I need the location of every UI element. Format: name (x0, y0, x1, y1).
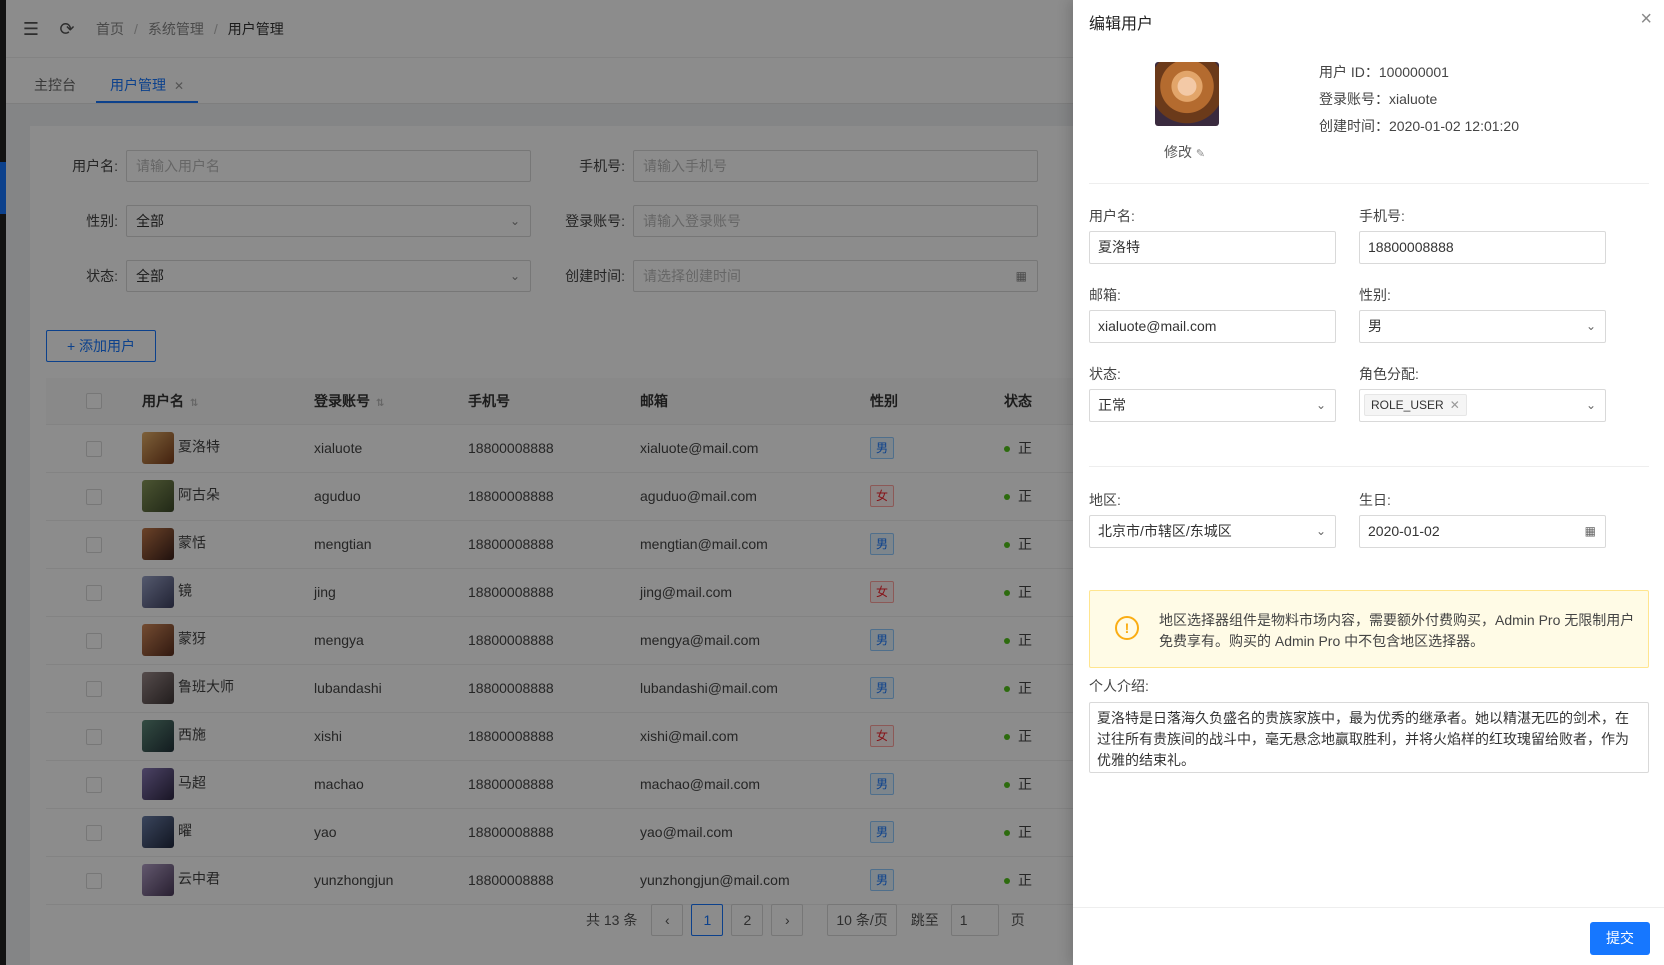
close-icon[interactable]: × (1640, 8, 1652, 31)
chevron-down-icon: ⌄ (1585, 319, 1596, 333)
role-label: 角色分配: (1359, 366, 1419, 382)
user-id-text: 用户 ID：100000001 (1319, 64, 1449, 80)
role-select[interactable]: ROLE_USER ✕ ⌄ (1359, 389, 1606, 422)
email-input[interactable]: xialuote@mail.com (1089, 310, 1336, 343)
select-value: 男 (1368, 318, 1382, 334)
status-label: 状态: (1089, 366, 1121, 382)
region-label: 地区: (1089, 492, 1121, 508)
drawer-footer: 提交 (1073, 907, 1664, 965)
region-warning-alert: ! 地区选择器组件是物料市场内容，需要额外付费购买，Admin Pro 无限制用… (1089, 590, 1649, 668)
divider (1089, 466, 1649, 467)
birthday-picker[interactable]: 2020-01-02 ▦ (1359, 515, 1606, 548)
submit-button[interactable]: 提交 (1590, 922, 1650, 955)
login-account-text: 登录账号：xialuote (1319, 91, 1438, 107)
username-label: 用户名: (1089, 208, 1135, 224)
gender-label: 性别: (1359, 287, 1391, 303)
bio-label: 个人介绍: (1089, 678, 1149, 694)
region-select[interactable]: 北京市/市辖区/东城区 ⌄ (1089, 515, 1336, 548)
bio-textarea[interactable]: 夏洛特是日落海久负盛名的贵族家族中，最为优秀的继承者。她以精湛无匹的剑术，在过往… (1089, 702, 1649, 773)
role-chip: ROLE_USER ✕ (1364, 394, 1467, 416)
select-value: 北京市/市辖区/东城区 (1098, 523, 1232, 539)
email-label: 邮箱: (1089, 287, 1121, 303)
divider (1089, 183, 1649, 184)
edit-avatar-link[interactable]: 修改 ✎ (1164, 142, 1205, 162)
exclamation-icon: ! (1115, 616, 1139, 640)
drawer-title: 编辑用户 (1089, 16, 1154, 33)
edit-user-drawer: 编辑用户 × 修改 ✎ 用户 ID：100000001 登录账号：xialuot… (1073, 0, 1664, 965)
gender-select[interactable]: 男 ⌄ (1359, 310, 1606, 343)
status-select[interactable]: 正常 ⌄ (1089, 389, 1336, 422)
edit-avatar-label: 修改 (1164, 144, 1192, 160)
username-input[interactable]: 夏洛特 (1089, 231, 1336, 264)
edit-icon: ✎ (1195, 148, 1206, 160)
phone-label: 手机号: (1359, 208, 1405, 224)
role-chip-label: ROLE_USER (1371, 398, 1444, 412)
user-avatar (1155, 62, 1219, 126)
picker-value: 2020-01-02 (1368, 523, 1440, 539)
chevron-down-icon: ⌄ (1585, 398, 1596, 412)
select-value: 正常 (1098, 397, 1126, 413)
chevron-down-icon: ⌄ (1315, 398, 1326, 412)
warning-text: 地区选择器组件是物料市场内容，需要额外付费购买，Admin Pro 无限制用户免… (1159, 612, 1635, 649)
birthday-label: 生日: (1359, 492, 1391, 508)
remove-chip-icon[interactable]: ✕ (1450, 398, 1460, 412)
calendar-icon: ▦ (1584, 524, 1596, 538)
created-time-text: 创建时间：2020-01-02 12:01:20 (1319, 118, 1519, 134)
chevron-down-icon: ⌄ (1315, 524, 1326, 538)
phone-input[interactable]: 18800008888 (1359, 231, 1606, 264)
